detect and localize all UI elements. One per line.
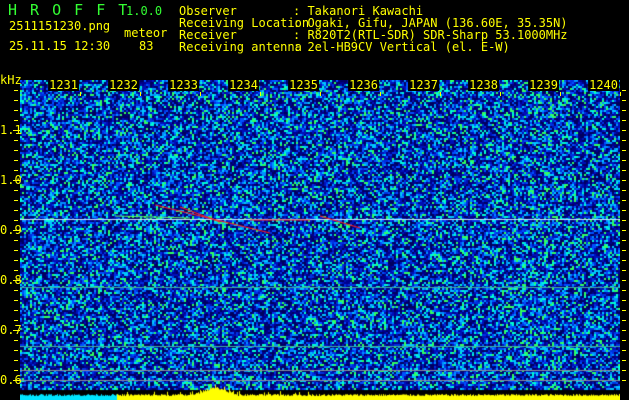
y-tick (622, 310, 626, 311)
x-tick-label: 1238 (468, 78, 499, 92)
x-tick (320, 92, 321, 96)
y-tick (622, 90, 626, 91)
file-datetime: 25.11.15 12:30 (9, 39, 111, 53)
y-tick (14, 150, 18, 151)
y-tick (622, 280, 626, 281)
y-tick (13, 130, 20, 131)
y-tick (622, 100, 626, 101)
y-tick (14, 290, 18, 291)
y-tick (622, 320, 626, 321)
y-tick (14, 310, 18, 311)
spectrogram (20, 80, 620, 400)
y-tick (14, 270, 18, 271)
y-tick (13, 180, 20, 181)
x-tick-label: 1232 (108, 78, 139, 92)
x-tick (80, 92, 81, 96)
y-tick (14, 100, 18, 101)
x-tick-label: 1234 (228, 78, 259, 92)
meteor-count: 83 (139, 39, 154, 53)
y-tick (622, 190, 626, 191)
x-tick (620, 92, 621, 96)
y-tick (622, 230, 626, 231)
y-tick (14, 170, 18, 171)
y-tick (622, 140, 626, 141)
y-tick (622, 290, 626, 291)
y-tick (13, 230, 20, 231)
y-tick (13, 380, 20, 381)
y-tick (622, 360, 626, 361)
y-tick (14, 190, 18, 191)
x-tick (260, 92, 261, 96)
y-tick (622, 210, 626, 211)
y-tick (13, 330, 20, 331)
y-tick (14, 220, 18, 221)
x-tick (140, 92, 141, 96)
y-tick (622, 330, 626, 331)
y-tick (14, 110, 18, 111)
info-value: : 2el-HB9CV Vertical (el. E-W) (293, 40, 510, 54)
y-tick (622, 300, 626, 301)
y-tick (622, 250, 626, 251)
y-tick (14, 340, 18, 341)
y-tick (14, 90, 18, 91)
x-tick (440, 92, 441, 96)
x-tick-label: 1240 (588, 78, 619, 92)
meteor-label: meteor (124, 26, 168, 40)
y-tick (14, 140, 18, 141)
y-tick (622, 260, 626, 261)
y-axis-unit: kHz (0, 73, 22, 87)
y-tick (622, 380, 626, 381)
x-tick (500, 92, 501, 96)
y-tick (14, 370, 18, 371)
y-tick (622, 370, 626, 371)
y-tick (622, 240, 626, 241)
info-label: Receiving antenna (179, 40, 302, 54)
y-tick (14, 360, 18, 361)
y-tick (622, 170, 626, 171)
y-tick (14, 320, 18, 321)
y-tick (14, 240, 18, 241)
y-tick (14, 300, 18, 301)
y-tick (622, 120, 626, 121)
y-tick (14, 260, 18, 261)
x-tick-label: 1236 (348, 78, 379, 92)
y-tick (622, 180, 626, 181)
y-tick (14, 120, 18, 121)
y-tick (622, 130, 626, 131)
y-tick (14, 160, 18, 161)
y-tick (14, 200, 18, 201)
x-tick-label: 1239 (528, 78, 559, 92)
app-version: 1.0.0 (126, 4, 163, 18)
y-tick (622, 220, 626, 221)
file-name: 2511151230.png (9, 19, 111, 33)
y-tick (622, 350, 626, 351)
y-tick (622, 270, 626, 271)
x-tick-label: 1235 (288, 78, 319, 92)
y-tick (622, 340, 626, 341)
y-tick (622, 110, 626, 111)
y-tick (622, 200, 626, 201)
x-tick (200, 92, 201, 96)
y-tick (14, 210, 18, 211)
y-tick (622, 160, 626, 161)
y-tick (622, 150, 626, 151)
x-tick (560, 92, 561, 96)
x-tick-label: 1233 (168, 78, 199, 92)
x-tick-label: 1237 (408, 78, 439, 92)
app-title: H R O F F T (8, 1, 130, 19)
y-tick (14, 350, 18, 351)
y-tick (13, 280, 20, 281)
x-tick-label: 1231 (48, 78, 79, 92)
x-tick (380, 92, 381, 96)
y-tick (14, 250, 18, 251)
